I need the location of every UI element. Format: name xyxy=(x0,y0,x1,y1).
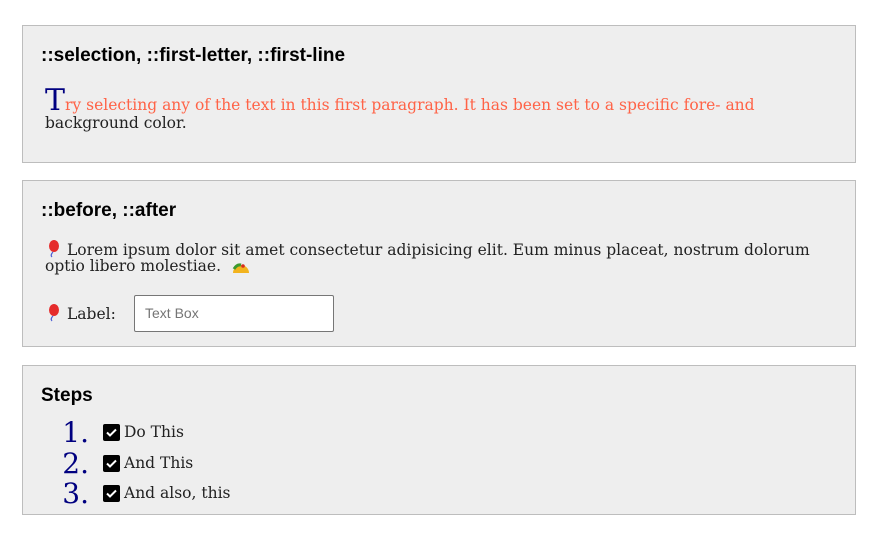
label-row: Label: xyxy=(45,304,116,323)
paragraph-text: Lorem ipsum dolor sit amet consectetur a… xyxy=(45,241,810,275)
paragraph-rest: background color. xyxy=(45,114,187,132)
step-number: 1. xyxy=(62,415,89,449)
section-title: ::selection, ::first-letter, ::first-lin… xyxy=(41,45,346,66)
text-box-label: Label: xyxy=(67,305,116,323)
first-letter: T xyxy=(45,83,66,118)
text-box-input[interactable]: Text Box xyxy=(134,295,334,332)
section-pseudo-selection: ::selection, ::first-letter, ::first-lin… xyxy=(22,25,856,163)
step-number: 3. xyxy=(62,476,89,510)
step-item: 3. And also, this xyxy=(47,476,231,510)
first-line: ry selecting any of the text in this fir… xyxy=(65,96,755,114)
section-title: Steps xyxy=(41,385,93,406)
section-before-after: ::before, ::after Lorem ipsum dolor sit … xyxy=(22,180,856,347)
checkbox-checked[interactable] xyxy=(103,454,120,472)
checkbox-checked[interactable] xyxy=(103,484,120,502)
section-steps: Steps 1. Do This 2. And This 3. And also, t… xyxy=(22,365,856,515)
first-paragraph: Try selecting any of the text in this fi… xyxy=(45,86,815,133)
balloon-icon xyxy=(45,240,61,258)
step-item: 1. Do This xyxy=(47,415,184,449)
taco-icon xyxy=(232,260,249,278)
section-title: ::before, ::after xyxy=(41,200,177,221)
step-text: And This xyxy=(124,454,194,472)
lorem-paragraph: Lorem ipsum dolor sit amet consectetur a… xyxy=(45,240,815,278)
step-text: And also, this xyxy=(124,484,231,502)
step-item: 2. And This xyxy=(47,446,194,480)
step-number: 2. xyxy=(62,446,89,480)
checkbox-checked[interactable] xyxy=(103,423,120,441)
balloon-icon xyxy=(45,304,61,322)
step-text: Do This xyxy=(124,423,184,441)
